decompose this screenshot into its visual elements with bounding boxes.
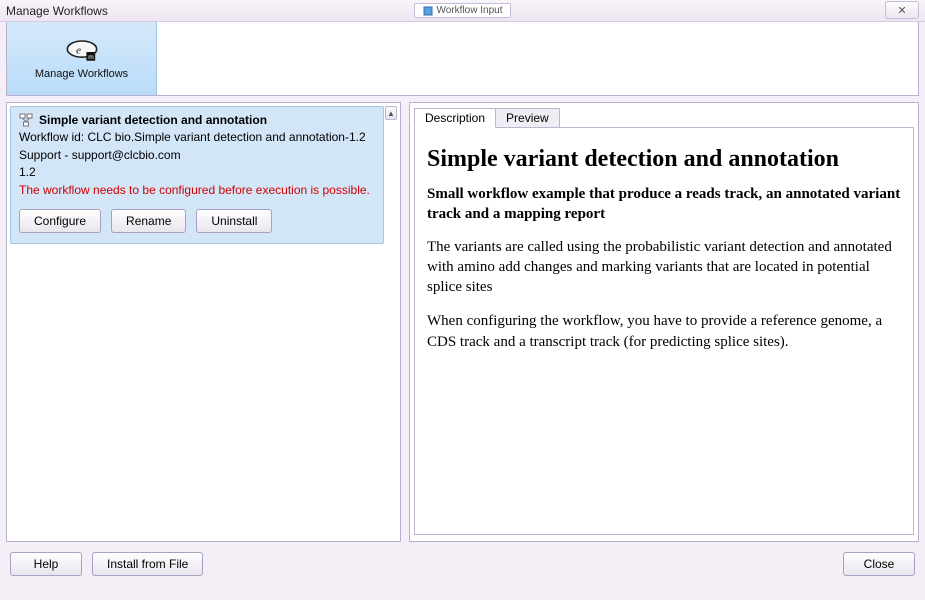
tab-description[interactable]: Description [414, 108, 496, 128]
workflow-pill-icon [423, 6, 433, 16]
titlebar-pill-label: Workflow Input [437, 5, 503, 16]
uninstall-button[interactable]: Uninstall [196, 209, 272, 233]
close-icon: ✕ [897, 4, 906, 17]
workflow-list-panel: ▲ Simple variant detection and annotatio… [6, 102, 401, 542]
window-body: e m Manage Workflows ▲ Simple [0, 22, 925, 582]
window-title: Manage Workflows [6, 4, 108, 18]
workflow-title: Simple variant detection and annotation [39, 113, 267, 127]
workflow-support-line: Support - support@clcbio.com [19, 147, 375, 163]
description-heading: Simple variant detection and annotation [427, 144, 901, 174]
workflow-card[interactable]: Simple variant detection and annotation … [10, 106, 384, 244]
toolbar: e m Manage Workflows [6, 22, 919, 96]
chevron-up-icon: ▲ [387, 109, 395, 118]
description-subheading: Small workflow example that produce a re… [427, 184, 901, 225]
details-panel: Description Preview Simple variant detec… [409, 102, 919, 542]
install-from-file-button[interactable]: Install from File [92, 552, 203, 576]
configure-button[interactable]: Configure [19, 209, 101, 233]
manage-workflows-icon: e m [60, 38, 104, 66]
bottom-left-buttons: Help Install from File [10, 552, 203, 576]
workflow-version: 1.2 [19, 165, 375, 179]
bottom-bar: Help Install from File Close [6, 552, 919, 576]
description-para-1: The variants are called using the probab… [427, 237, 901, 298]
toolbar-tile-label: Manage Workflows [35, 68, 128, 80]
window-close-button[interactable]: ✕ [885, 1, 919, 19]
titlebar-pill: Workflow Input [414, 3, 512, 18]
workflow-warning: The workflow needs to be configured befo… [19, 183, 375, 199]
svg-text:e: e [76, 44, 81, 56]
scroll-up-button[interactable]: ▲ [385, 106, 397, 120]
tab-preview[interactable]: Preview [495, 108, 560, 128]
description-para-2: When configuring the workflow, you have … [427, 311, 901, 352]
help-button[interactable]: Help [10, 552, 82, 576]
tab-body-description: Simple variant detection and annotation … [414, 127, 914, 535]
workflow-title-row: Simple variant detection and annotation [19, 113, 375, 127]
titlebar: Manage Workflows Workflow Input ✕ [0, 0, 925, 22]
bottom-right-buttons: Close [843, 552, 915, 576]
close-button[interactable]: Close [843, 552, 915, 576]
main-area: ▲ Simple variant detection and annotatio… [6, 102, 919, 542]
workflow-id-line: Workflow id: CLC bio.Simple variant dete… [19, 129, 375, 145]
rename-button[interactable]: Rename [111, 209, 186, 233]
workflow-icon [19, 113, 33, 127]
svg-text:m: m [88, 53, 94, 60]
toolbar-tile-manage-workflows[interactable]: e m Manage Workflows [7, 22, 157, 95]
tab-strip: Description Preview [414, 107, 914, 127]
workflow-buttons: Configure Rename Uninstall [19, 209, 375, 233]
